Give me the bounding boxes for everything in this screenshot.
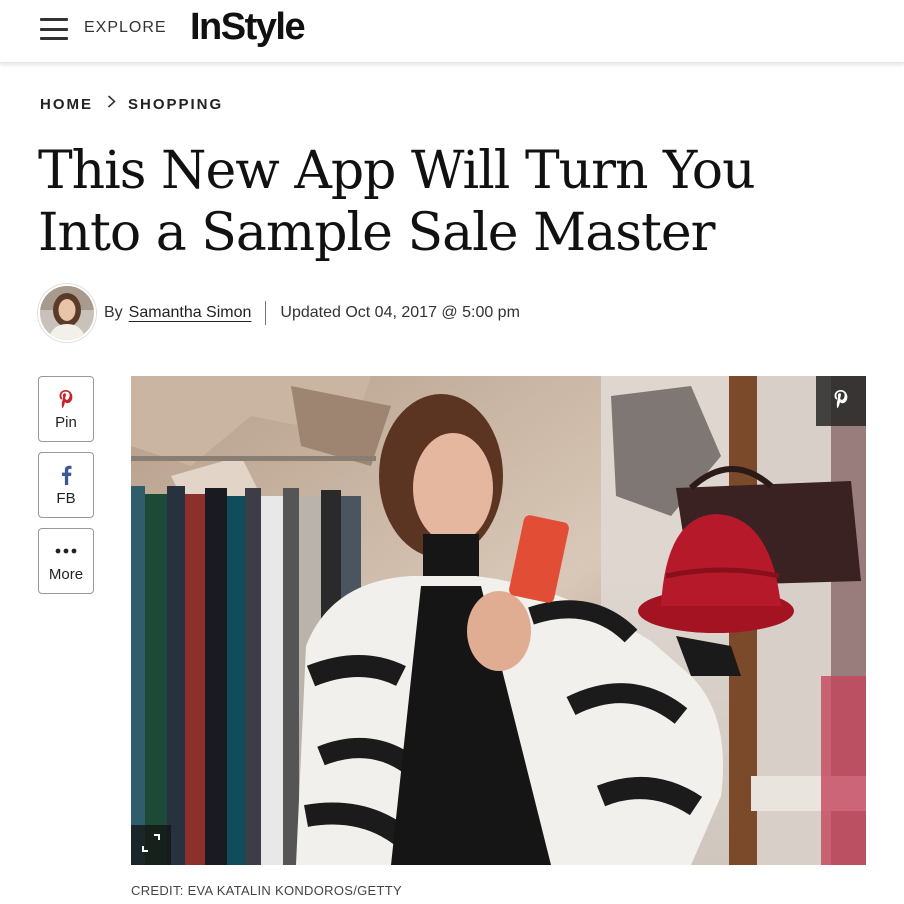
fb-label: FB [56,489,76,507]
pinterest-icon [833,389,849,414]
pin-share-button[interactable]: Pin [38,376,94,442]
facebook-icon [61,464,72,486]
more-label: More [48,565,84,583]
pin-label: Pin [55,413,77,431]
expand-image-button[interactable] [131,825,171,865]
instyle-logo[interactable]: InStyle [190,6,306,49]
byline: By Samantha Simon Updated Oct 04, 2017 @… [104,301,520,325]
breadcrumb: HOME SHOPPING [40,95,223,113]
site-header: EXPLORE InStyle [0,0,904,63]
hamburger-menu-icon[interactable] [40,18,70,40]
byline-prefix: By [104,304,123,321]
byline-divider [265,301,267,325]
hero-image[interactable] [131,376,866,865]
author-avatar[interactable] [38,284,96,342]
chevron-right-icon [107,95,116,113]
author-link[interactable]: Samantha Simon [129,304,252,322]
ellipsis-icon [55,540,77,562]
facebook-share-button[interactable]: FB [38,452,94,518]
explore-link[interactable]: EXPLORE [84,19,167,37]
more-share-button[interactable]: More [38,528,94,594]
expand-icon [140,832,162,859]
updated-date: Updated Oct 04, 2017 @ 5:00 pm [280,304,520,321]
image-pin-button[interactable] [816,376,866,426]
article-title: This New App Will Turn You Into a Sample… [38,141,756,263]
breadcrumb-shopping[interactable]: SHOPPING [128,96,223,113]
pinterest-icon [58,388,74,410]
image-credit: CREDIT: EVA KATALIN KONDOROS/GETTY [131,883,402,898]
breadcrumb-home[interactable]: HOME [40,96,93,113]
